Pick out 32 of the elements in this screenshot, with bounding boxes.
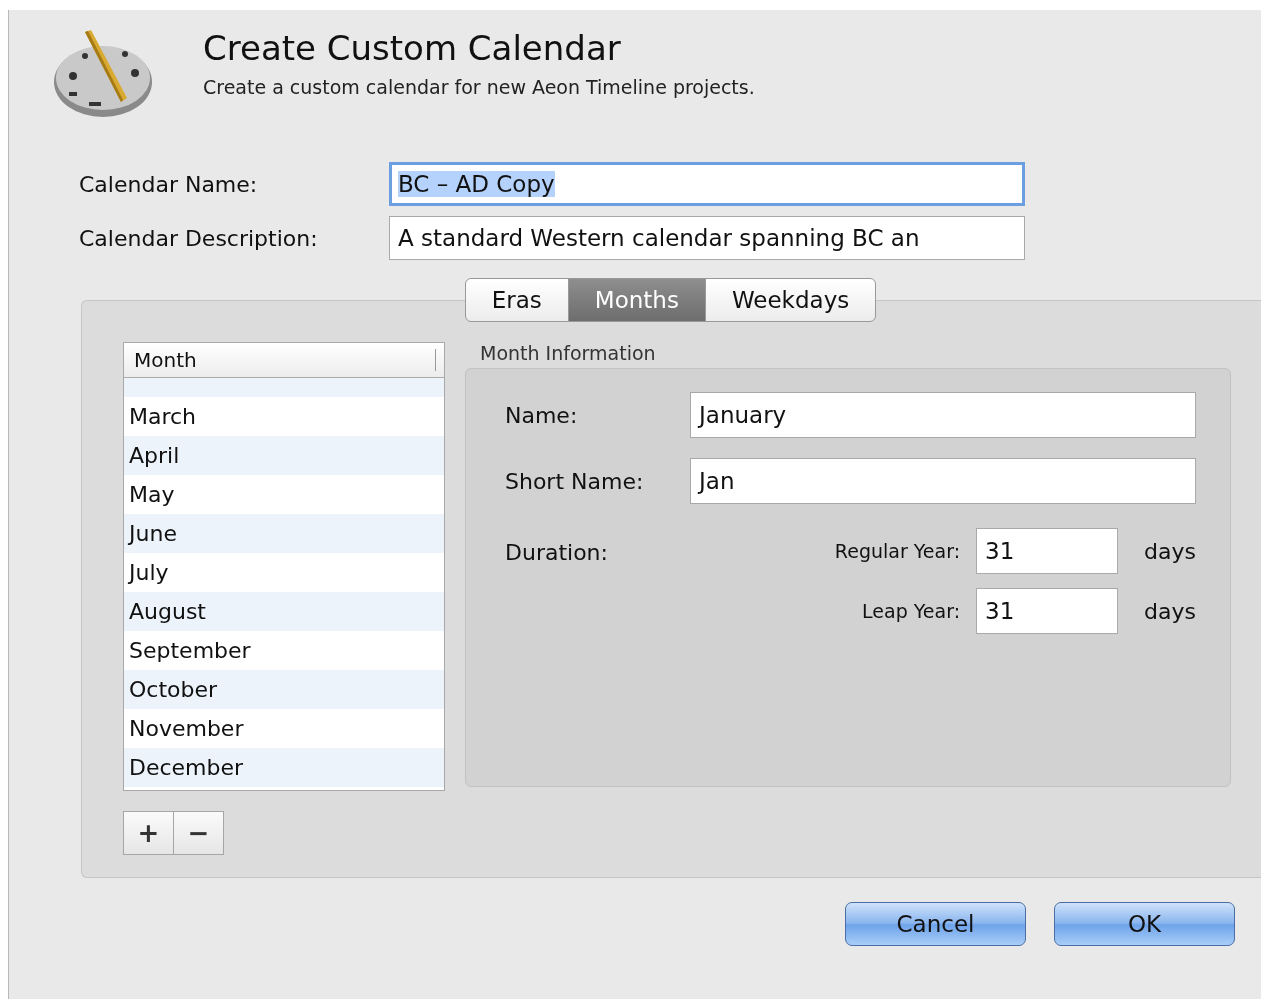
list-row[interactable]: June bbox=[124, 514, 444, 553]
short-name-field[interactable]: Jan bbox=[690, 458, 1196, 504]
dialog-subtitle: Create a custom calendar for new Aeon Timeline projects. bbox=[203, 76, 755, 98]
days-field[interactable]: 31 bbox=[976, 528, 1119, 574]
list-row[interactable]: October bbox=[124, 670, 444, 709]
dialog-button[interactable]: Cancel bbox=[845, 902, 1026, 946]
tab[interactable]: Weekdays bbox=[704, 278, 877, 322]
tab[interactable]: Eras bbox=[464, 278, 569, 322]
field-label: Calendar Name: bbox=[79, 171, 259, 197]
column-header-label: Month bbox=[134, 348, 197, 372]
text-field[interactable]: BC – AD Copy bbox=[389, 162, 1025, 206]
unit-label: days bbox=[1144, 598, 1196, 624]
text-field[interactable]: A standard Western calendar spanning BC an bbox=[389, 216, 1025, 260]
name-field[interactable]: January bbox=[690, 392, 1196, 438]
list-row[interactable]: August bbox=[124, 592, 444, 631]
list-row[interactable]: December bbox=[124, 748, 444, 787]
field-label: Name: bbox=[505, 402, 579, 428]
unit-label: days bbox=[1144, 538, 1196, 564]
partial-list-row[interactable] bbox=[124, 378, 444, 397]
dialog-button[interactable]: OK bbox=[1054, 902, 1235, 946]
field-label: Regular Year: bbox=[834, 540, 961, 562]
field-label: Calendar Description: bbox=[79, 225, 319, 251]
dialog-title: Create Custom Calendar bbox=[203, 28, 622, 68]
days-field[interactable]: 31 bbox=[976, 588, 1119, 634]
field-label: Leap Year: bbox=[862, 600, 961, 622]
tab[interactable]: Months bbox=[567, 278, 706, 322]
group-title: Month Information bbox=[479, 342, 657, 364]
remove-button[interactable]: − bbox=[173, 811, 224, 855]
add-button[interactable]: + bbox=[123, 811, 174, 855]
field-label: Duration: bbox=[505, 539, 609, 565]
list-row[interactable]: April bbox=[124, 436, 444, 475]
field-label: Short Name: bbox=[505, 468, 645, 494]
